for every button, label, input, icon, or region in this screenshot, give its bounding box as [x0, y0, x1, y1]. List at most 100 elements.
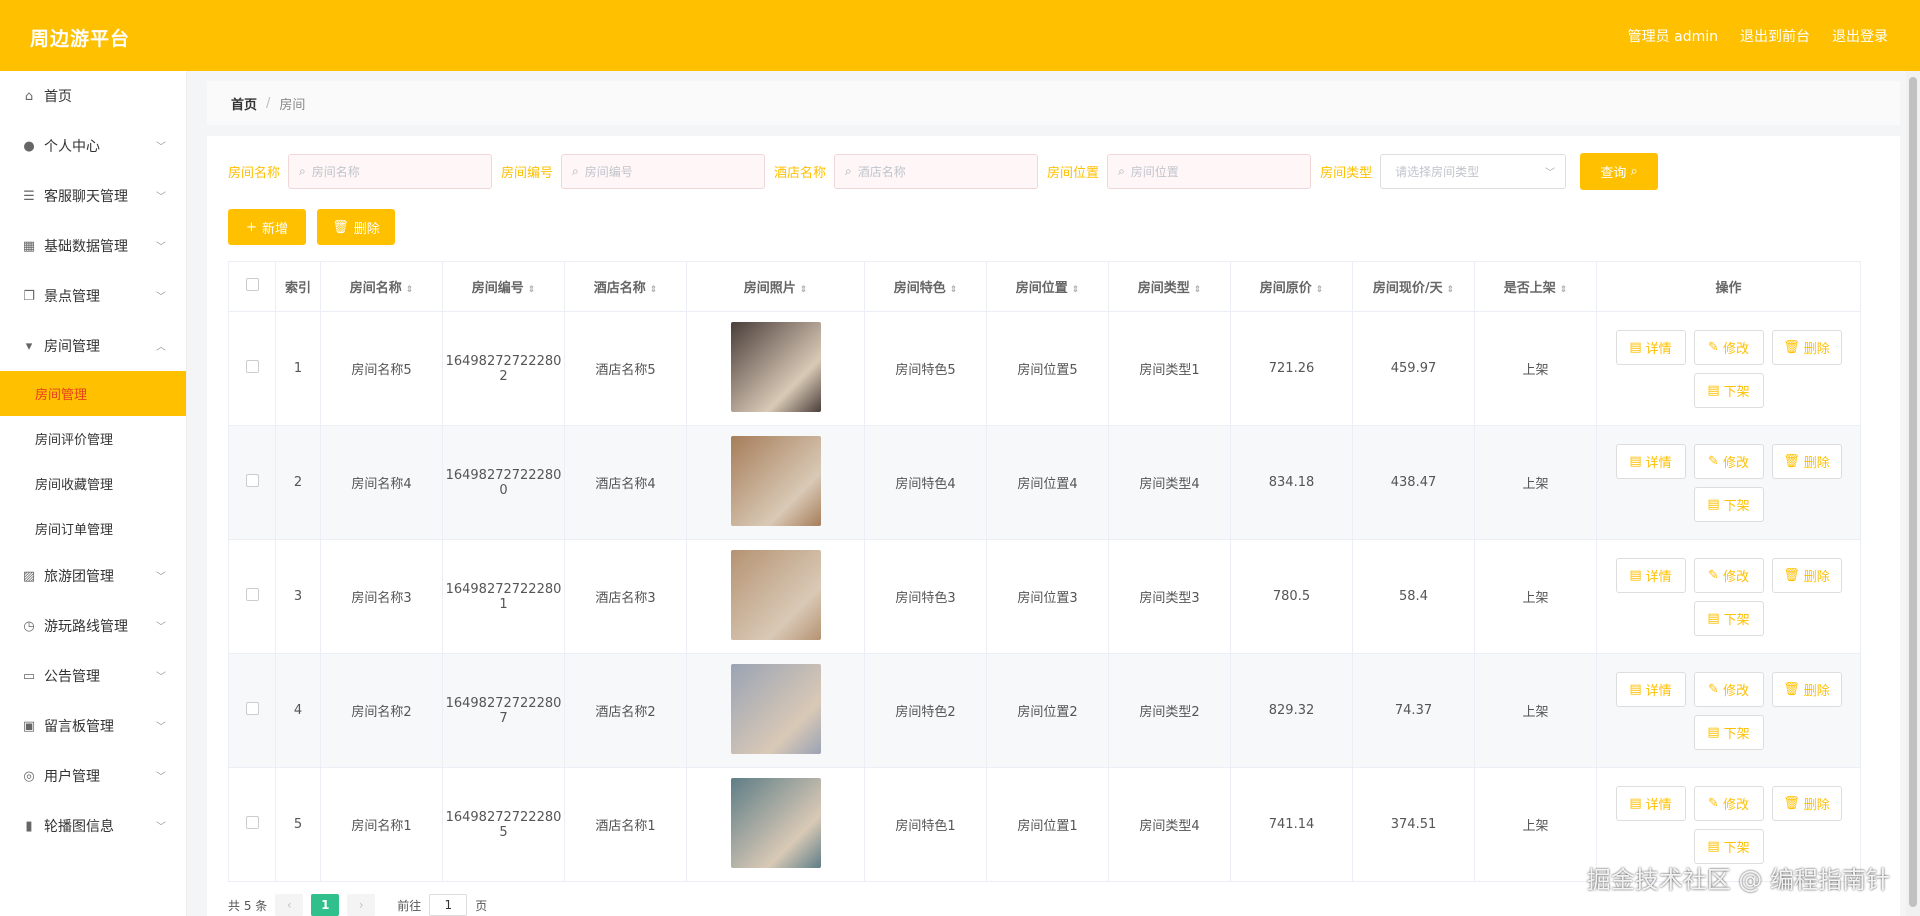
offshelf-button[interactable]: ▤ 下架: [1693, 372, 1764, 408]
document-icon: ▤: [1707, 382, 1720, 398]
breadcrumb-separator: /: [266, 95, 271, 111]
edit-button[interactable]: ✎ 修改: [1693, 785, 1764, 821]
page-jump-input[interactable]: 1: [429, 894, 468, 916]
col-header[interactable]: 是否上架 ⇕: [1474, 261, 1597, 312]
document-icon: ▤: [1629, 453, 1642, 469]
delete-button[interactable]: 🗑 删除: [1771, 785, 1842, 821]
offshelf-button[interactable]: ▤ 下架: [1693, 714, 1764, 750]
sidebar-item-carousel[interactable]: ▮ 轮播图信息 ﹀: [0, 801, 186, 851]
room-photo[interactable]: [730, 321, 821, 412]
sidebar-item-notice[interactable]: ▭ 公告管理 ﹀: [0, 651, 186, 701]
shelf-status-cell: 上架: [1474, 653, 1597, 768]
room-location-input[interactable]: ⌕ 房间位置: [1107, 154, 1312, 189]
target-icon: ◎: [23, 768, 35, 784]
offshelf-button[interactable]: ▤ 下架: [1693, 486, 1764, 522]
row-checkbox[interactable]: [245, 588, 259, 601]
trash-icon: 🗑: [1783, 795, 1800, 811]
scrollbar-thumb[interactable]: [1909, 77, 1917, 907]
sidebar-item-scenic[interactable]: ❐ 景点管理 ﹀: [0, 271, 186, 321]
prev-page-button[interactable]: ‹: [275, 894, 304, 916]
hotel-name-input[interactable]: ⌕ 酒店名称: [834, 154, 1039, 189]
room-photo[interactable]: [730, 549, 821, 640]
sort-icon: ⇕: [1446, 285, 1455, 295]
sidebar-item-room[interactable]: ▾ 房间管理 ︿: [0, 321, 186, 371]
row-checkbox[interactable]: [245, 816, 259, 829]
page-scrollbar[interactable]: [1906, 71, 1920, 916]
sidebar-item-personal[interactable]: ● 个人中心 ﹀: [0, 121, 186, 171]
list-icon: ☰: [23, 188, 35, 204]
detail-button[interactable]: ▤ 详情: [1615, 443, 1686, 479]
col-header[interactable]: 房间类型 ⇕: [1108, 261, 1231, 312]
next-page-button[interactable]: ›: [347, 894, 376, 916]
query-label: 查询: [1600, 166, 1627, 181]
placeholder: 酒店名称: [857, 165, 906, 179]
exit-to-front-link[interactable]: 退出到前台: [1740, 26, 1810, 46]
sidebar-item-users[interactable]: ◎ 用户管理 ﹀: [0, 751, 186, 801]
sidebar-item-message[interactable]: ▣ 留言板管理 ﹀: [0, 701, 186, 751]
room-photo-cell: [686, 539, 865, 654]
offshelf-button[interactable]: ▤ 下架: [1693, 828, 1764, 864]
edit-button[interactable]: ✎ 修改: [1693, 671, 1764, 707]
detail-label: 详情: [1645, 569, 1672, 585]
sidebar-item-tour[interactable]: ▨ 旅游团管理 ﹀: [0, 551, 186, 601]
col-header[interactable]: 房间编号 ⇕: [442, 261, 565, 312]
page-number-button[interactable]: 1: [311, 894, 340, 916]
sort-icon: ⇕: [1315, 285, 1324, 295]
col-header[interactable]: 房间照片 ⇕: [686, 261, 865, 312]
delete-button[interactable]: 🗑 删除: [1771, 557, 1842, 593]
col-header[interactable]: 房间名称 ⇕: [320, 261, 443, 312]
sidebar-sub-room-review[interactable]: 房间评价管理: [0, 416, 186, 461]
room-name-cell: 房间名称5: [320, 311, 443, 426]
room-location-cell: 房间位置4: [986, 425, 1109, 540]
sidebar-sub-room-manage[interactable]: 房间管理: [0, 371, 186, 416]
search-label-type: 房间类型: [1320, 166, 1373, 181]
col-header[interactable]: 房间现价/天 ⇕: [1352, 261, 1475, 312]
col-header-label: 房间特色: [893, 281, 946, 296]
room-code-input[interactable]: ⌕ 房间编号: [561, 154, 766, 189]
detail-button[interactable]: ▤ 详情: [1615, 785, 1686, 821]
detail-label: 详情: [1645, 455, 1672, 471]
query-button[interactable]: 查询 ⌕: [1580, 153, 1659, 190]
col-header[interactable]: 酒店名称 ⇕: [564, 261, 687, 312]
room-location-cell: 房间位置1: [986, 767, 1109, 882]
add-button[interactable]: + 新增: [228, 209, 306, 245]
row-checkbox[interactable]: [245, 702, 259, 715]
detail-button[interactable]: ▤ 详情: [1615, 671, 1686, 707]
batch-delete-button[interactable]: 🗑 删除: [317, 209, 395, 245]
offshelf-label: 下架: [1723, 840, 1750, 856]
trash-icon: 🗑: [332, 219, 349, 235]
row-checkbox[interactable]: [245, 474, 259, 487]
room-type-select[interactable]: 请选择房间类型 ﹀: [1380, 154, 1567, 189]
logout-link[interactable]: 退出登录: [1832, 26, 1888, 46]
room-name-input[interactable]: ⌕ 房间名称: [288, 154, 493, 189]
detail-button[interactable]: ▤ 详情: [1615, 329, 1686, 365]
sidebar-item-basedata[interactable]: ▦ 基础数据管理 ﹀: [0, 221, 186, 271]
sidebar-item-route[interactable]: ◷ 游玩路线管理 ﹀: [0, 601, 186, 651]
room-photo[interactable]: [730, 663, 821, 754]
sidebar-item-home[interactable]: ⌂ 首页: [0, 71, 186, 121]
delete-button[interactable]: 🗑 删除: [1771, 329, 1842, 365]
bar-chart-icon: ▮: [25, 818, 33, 834]
col-header[interactable]: 房间原价 ⇕: [1230, 261, 1353, 312]
select-all-checkbox[interactable]: [245, 278, 259, 291]
breadcrumb-home[interactable]: 首页: [231, 94, 257, 113]
sidebar-sub-room-favorite[interactable]: 房间收藏管理: [0, 461, 186, 506]
room-photo[interactable]: [730, 435, 821, 526]
delete-label: 删除: [1803, 569, 1830, 585]
offshelf-button[interactable]: ▤ 下架: [1693, 600, 1764, 636]
room-photo[interactable]: [730, 777, 821, 868]
document-icon: ▤: [1629, 795, 1642, 811]
col-header[interactable]: 房间位置 ⇕: [986, 261, 1109, 312]
detail-button[interactable]: ▤ 详情: [1615, 557, 1686, 593]
edit-button[interactable]: ✎ 修改: [1693, 557, 1764, 593]
delete-button[interactable]: 🗑 删除: [1771, 671, 1842, 707]
col-header-label: 房间原价: [1259, 281, 1312, 296]
edit-button[interactable]: ✎ 修改: [1693, 443, 1764, 479]
delete-button[interactable]: 🗑 删除: [1771, 443, 1842, 479]
sidebar-sub-room-order[interactable]: 房间订单管理: [0, 506, 186, 551]
edit-button[interactable]: ✎ 修改: [1693, 329, 1764, 365]
col-header[interactable]: 房间特色 ⇕: [864, 261, 987, 312]
sidebar-item-chat[interactable]: ☰ 客服聊天管理 ﹀: [0, 171, 186, 221]
admin-label[interactable]: 管理员 admin: [1628, 26, 1718, 46]
row-checkbox[interactable]: [245, 360, 259, 373]
